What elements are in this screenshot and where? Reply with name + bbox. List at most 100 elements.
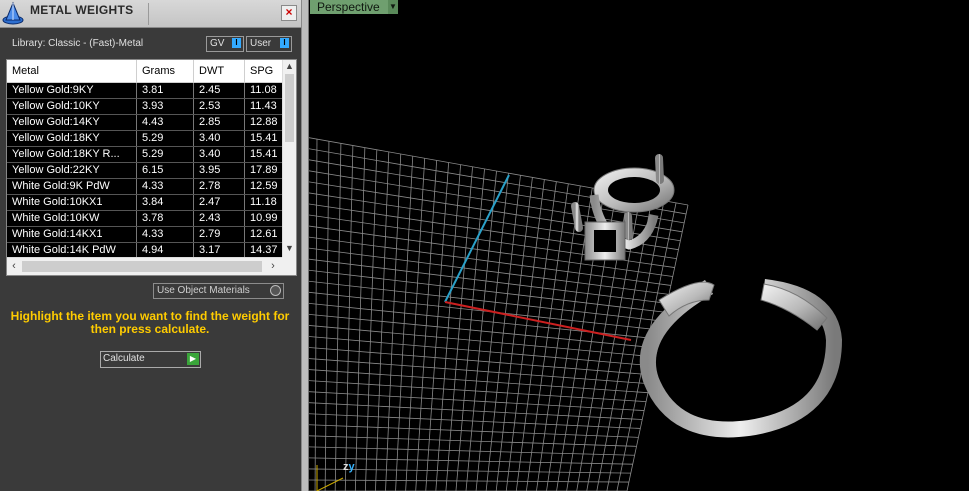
column-header-dwt[interactable]: DWT	[194, 60, 245, 82]
column-header-grams[interactable]: Grams	[137, 60, 194, 82]
dwt-cell: 2.78	[194, 179, 245, 194]
table-row[interactable]: White Gold:10KW 3.78 2.43 10.99	[7, 211, 282, 227]
dwt-cell: 3.95	[194, 163, 245, 178]
panel-titlebar: METAL WEIGHTS ×	[0, 0, 301, 28]
radio-icon	[270, 285, 281, 296]
dropdown-arrow-icon[interactable]: ▼	[388, 0, 398, 14]
vertical-scroll-thumb[interactable]	[285, 74, 294, 142]
prong	[624, 212, 633, 240]
toggle-indicator-icon: I	[232, 38, 241, 48]
grams-cell: 3.81	[137, 83, 194, 98]
metal-cell: White Gold:10KX1	[7, 195, 137, 210]
vertical-scrollbar[interactable]: ▲ ▼	[282, 60, 296, 257]
spg-cell: 17.89	[250, 164, 278, 176]
table-row[interactable]: Yellow Gold:18KY R... 5.29 3.40 15.41	[7, 147, 282, 163]
prong	[655, 154, 664, 184]
grams-cell: 3.84	[137, 195, 194, 210]
spg-cell: 10.99	[250, 212, 278, 224]
spg-cell: 15.41	[250, 132, 278, 144]
panel-title: METAL WEIGHTS	[30, 3, 134, 17]
grams-cell: 5.29	[137, 147, 194, 162]
dwt-cell: 3.40	[194, 131, 245, 146]
grams-cell: 6.15	[137, 163, 194, 178]
prong	[571, 202, 583, 232]
use-object-materials-toggle[interactable]: Use Object Materials	[153, 283, 284, 299]
metal-cell: White Gold:10KW	[7, 211, 137, 226]
metal-cell: Yellow Gold:18KY R...	[7, 147, 137, 162]
spg-cell: 14.37	[250, 244, 278, 256]
gv-toggle[interactable]: GV I	[206, 36, 244, 52]
table-row[interactable]: White Gold:9K PdW 4.33 2.78 12.59	[7, 179, 282, 195]
axis-gizmo: zy	[343, 461, 355, 473]
dwt-cell: 2.47	[194, 195, 245, 210]
scroll-left-icon[interactable]: ‹	[7, 258, 21, 275]
spg-cell: 15.41	[250, 148, 278, 160]
user-toggle-label: User	[250, 38, 272, 49]
table-row[interactable]: Yellow Gold:10KY 3.93 2.53 11.43	[7, 99, 282, 115]
table-row[interactable]: White Gold:14K PdW 4.94 3.17 14.37	[7, 243, 282, 257]
dwt-cell: 2.53	[194, 99, 245, 114]
metal-weights-panel: METAL WEIGHTS × Library: Classic - (Fast…	[0, 0, 301, 491]
spg-cell: 12.59	[250, 180, 278, 192]
viewport-scene[interactable]	[309, 0, 969, 491]
panel-splitter[interactable]	[301, 0, 309, 491]
title-separator	[148, 3, 149, 25]
spg-cell: 11.08	[250, 84, 277, 96]
user-toggle[interactable]: User I	[246, 36, 292, 52]
table-row[interactable]: White Gold:10KX1 3.84 2.47 11.18	[7, 195, 282, 211]
table-row[interactable]: Yellow Gold:14KY 4.43 2.85 12.88	[7, 115, 282, 131]
play-arrow-icon: ▶	[187, 353, 199, 365]
instruction-text: Highlight the item you want to find the …	[10, 309, 290, 336]
column-header-metal[interactable]: Metal	[7, 60, 137, 82]
dwt-cell: 2.43	[194, 211, 245, 226]
axis-y-label: y	[348, 461, 355, 473]
dwt-cell: 2.79	[194, 227, 245, 242]
table-row[interactable]: White Gold:14KX1 4.33 2.79 12.61	[7, 227, 282, 243]
dwt-cell: 3.40	[194, 147, 245, 162]
metal-cell: Yellow Gold:9KY	[7, 83, 137, 98]
calculate-button[interactable]: Calculate ▶	[100, 351, 201, 368]
gallery-opening	[594, 230, 616, 252]
horizontal-scrollbar[interactable]: ‹ ›	[7, 257, 282, 275]
scroll-up-icon[interactable]: ▲	[283, 60, 296, 73]
dwt-cell: 3.17	[194, 243, 245, 257]
spg-cell: 12.61	[250, 228, 278, 240]
x-axis-line	[444, 301, 632, 341]
use-object-materials-label: Use Object Materials	[157, 285, 250, 296]
metal-cell: Yellow Gold:22KY	[7, 163, 137, 178]
toggle-indicator-icon: I	[280, 38, 289, 48]
calculate-label: Calculate	[103, 353, 145, 364]
metal-cell: White Gold:9K PdW	[7, 179, 137, 194]
scroll-down-icon[interactable]: ▼	[283, 242, 296, 255]
grams-cell: 5.29	[137, 131, 194, 146]
gv-toggle-label: GV	[210, 38, 225, 49]
horizontal-scroll-thumb[interactable]	[22, 261, 262, 272]
table-row[interactable]: Yellow Gold:18KY 5.29 3.40 15.41	[7, 131, 282, 147]
head-opening	[608, 177, 660, 203]
metal-cell: White Gold:14K PdW	[7, 243, 137, 257]
dwt-cell: 2.85	[194, 115, 245, 130]
grams-cell: 4.43	[137, 115, 194, 130]
column-header-spg[interactable]: SPG	[245, 60, 282, 82]
metal-cell: Yellow Gold:18KY	[7, 131, 137, 146]
grams-cell: 3.93	[137, 99, 194, 114]
table-row[interactable]: Yellow Gold:22KY 6.15 3.95 17.89	[7, 163, 282, 179]
metal-cell: White Gold:14KX1	[7, 227, 137, 242]
close-button[interactable]: ×	[281, 5, 297, 21]
grams-cell: 4.33	[137, 179, 194, 194]
metal-table: Metal Grams DWT SPG Yellow Gold:9KY 3.81 2…	[6, 59, 297, 276]
app-logo-icon	[2, 1, 24, 25]
dwt-cell: 2.45	[194, 83, 245, 98]
table-header: Metal Grams DWT SPG	[7, 60, 282, 83]
spg-cell: 11.18	[250, 196, 277, 208]
perspective-viewport[interactable]: Perspective ▼ zy	[309, 0, 969, 491]
scroll-right-icon[interactable]: ›	[266, 258, 280, 275]
library-label: Library: Classic - (Fast)-Metal	[12, 38, 144, 49]
view-tab[interactable]: Perspective ▼	[310, 0, 398, 14]
scroll-corner	[282, 257, 296, 275]
metal-cell: Yellow Gold:14KY	[7, 115, 137, 130]
metal-cell: Yellow Gold:10KY	[7, 99, 137, 114]
grams-cell: 4.94	[137, 243, 194, 257]
table-row[interactable]: Yellow Gold:9KY 3.81 2.45 11.08	[7, 83, 282, 99]
grams-cell: 4.33	[137, 227, 194, 242]
